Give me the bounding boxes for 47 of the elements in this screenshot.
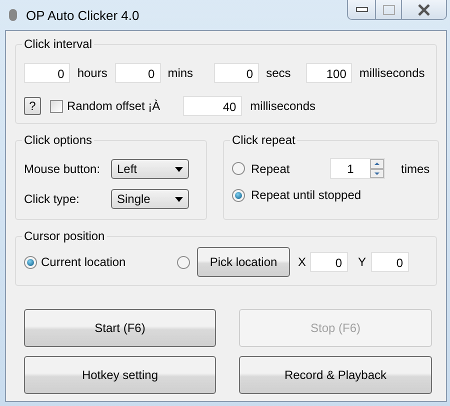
radio-label: Repeat until stopped: [251, 188, 362, 202]
action-button[interactable]: Hotkey setting: [24, 356, 216, 394]
spin-up-button[interactable]: [370, 159, 384, 168]
radio-label: Current location: [41, 255, 127, 269]
unit-label: milliseconds: [250, 99, 316, 113]
radio-button[interactable]: [24, 256, 37, 268]
unit-label: secs: [266, 66, 292, 80]
unit-label: times: [401, 162, 430, 176]
number-field[interactable]: 0: [214, 63, 260, 83]
unit-label: hours: [77, 66, 108, 80]
dropdown[interactable]: Single: [111, 189, 189, 209]
minimize-icon: [356, 6, 368, 12]
coordinate-label: Y: [358, 255, 366, 269]
checkbox-label: Random offset ¡À: [67, 99, 160, 113]
group-title: Click repeat: [230, 133, 298, 147]
action-button[interactable]: Record & Playback: [239, 356, 432, 394]
close-icon: [417, 4, 431, 16]
group-title: Click interval: [22, 37, 94, 51]
dropdown[interactable]: Left: [111, 159, 189, 179]
help-button[interactable]: ?: [24, 97, 41, 115]
coordinate-label: X: [298, 255, 306, 269]
field-label: Click type:: [24, 192, 80, 206]
random-offset-checkbox[interactable]: [50, 100, 63, 112]
mouse-icon: [8, 8, 18, 22]
caret-icon: [175, 166, 183, 172]
maximize-icon: [382, 4, 394, 14]
unit-label: mins: [168, 66, 194, 80]
number-field[interactable]: 100: [306, 63, 352, 83]
x-field[interactable]: 0: [310, 252, 348, 272]
pick-location-button[interactable]: Pick location: [197, 247, 290, 277]
action-button[interactable]: Start (F6): [24, 309, 216, 347]
group-title: Cursor position: [22, 229, 107, 243]
radio-label: Repeat: [251, 162, 291, 176]
group-title: Click options: [22, 133, 94, 147]
minimize-button[interactable]: [348, 0, 376, 19]
window-title: OP Auto Clicker 4.0: [26, 8, 140, 22]
radio-button[interactable]: [177, 256, 190, 268]
y-field[interactable]: 0: [371, 252, 410, 272]
number-field[interactable]: 40: [183, 96, 242, 116]
spin-field[interactable]: 1: [330, 158, 385, 179]
number-field[interactable]: 0: [115, 63, 161, 83]
caret-icon: [175, 196, 183, 202]
radio-button[interactable]: [232, 188, 245, 202]
number-field[interactable]: 0: [24, 63, 70, 83]
close-button[interactable]: [402, 0, 446, 19]
field-label: Mouse button:: [24, 162, 102, 176]
radio-button[interactable]: [232, 162, 245, 175]
